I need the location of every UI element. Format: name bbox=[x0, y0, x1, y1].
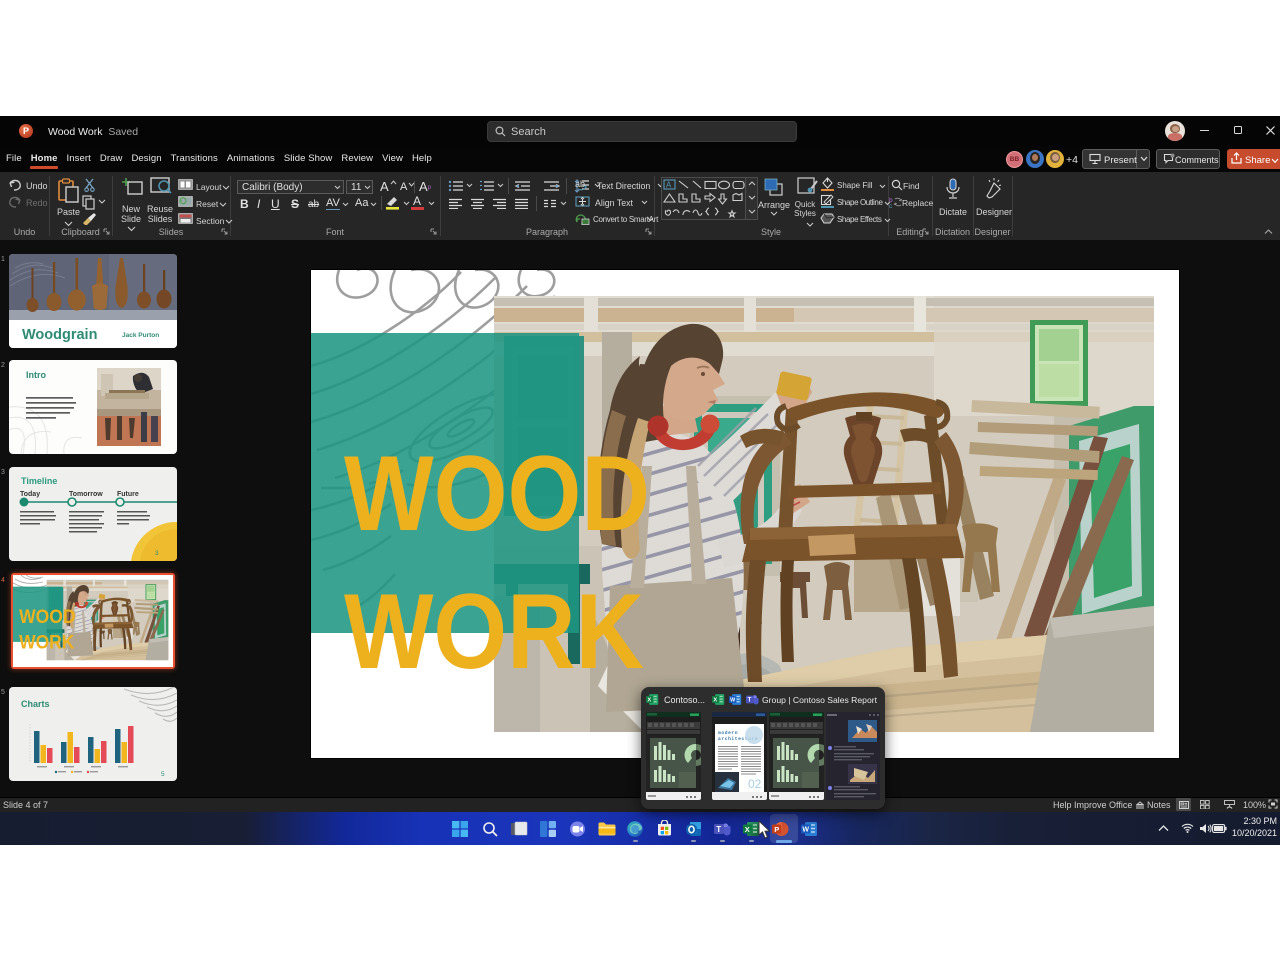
svg-text:X: X bbox=[647, 698, 651, 704]
svg-text:Jack Purton: Jack Purton bbox=[122, 332, 159, 339]
svg-text:T: T bbox=[716, 825, 721, 834]
svg-text:W: W bbox=[802, 827, 809, 834]
svg-text:X: X bbox=[713, 698, 717, 704]
svg-text:P: P bbox=[774, 825, 779, 834]
svg-text:Woodgrain: Woodgrain bbox=[22, 327, 97, 343]
svg-text:A: A bbox=[666, 181, 672, 190]
svg-text:Future: Future bbox=[117, 491, 139, 498]
svg-text:Today: Today bbox=[20, 491, 40, 498]
svg-text:5: 5 bbox=[161, 771, 165, 778]
svg-text:Intro: Intro bbox=[26, 370, 46, 380]
svg-text:X: X bbox=[745, 825, 750, 834]
svg-text:WORK: WORK bbox=[19, 631, 75, 653]
svg-text:T: T bbox=[748, 697, 752, 704]
svg-text:ab: ab bbox=[575, 179, 585, 189]
svg-text:WORK: WORK bbox=[344, 571, 644, 691]
svg-text:Tomorrow: Tomorrow bbox=[69, 491, 103, 498]
svg-text:WOOD: WOOD bbox=[19, 606, 75, 628]
svg-text:modern: modern bbox=[718, 730, 738, 736]
svg-text:Charts: Charts bbox=[21, 699, 50, 709]
svg-text:Timeline: Timeline bbox=[21, 476, 57, 486]
svg-text:3: 3 bbox=[155, 550, 159, 557]
svg-text:WOOD: WOOD bbox=[344, 433, 650, 553]
svg-text:02: 02 bbox=[748, 777, 762, 791]
